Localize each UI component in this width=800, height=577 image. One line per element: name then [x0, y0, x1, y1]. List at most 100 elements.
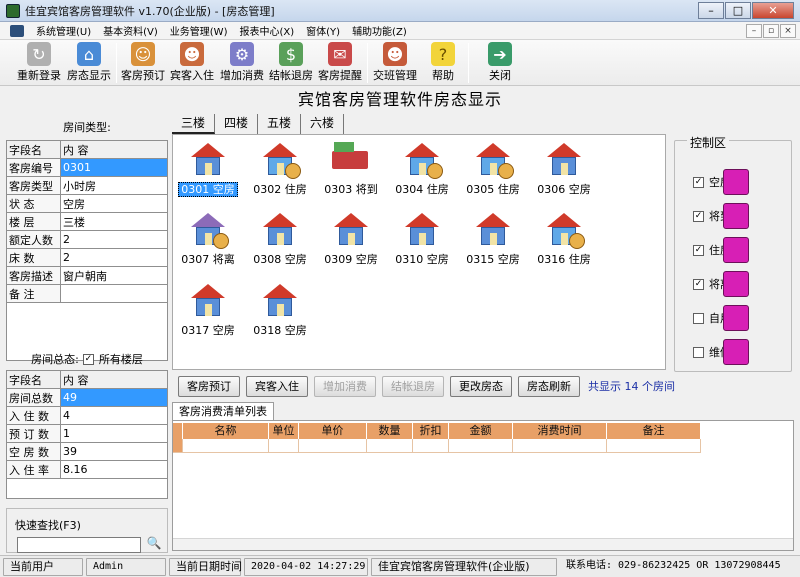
- filter-checkbox[interactable]: ✓: [693, 176, 704, 188]
- filter-checkbox[interactable]: [693, 346, 704, 358]
- table-row[interactable]: 预 订 数1: [6, 424, 168, 443]
- change-status-button[interactable]: 更改房态: [450, 375, 512, 397]
- field-value[interactable]: 8.16: [60, 460, 168, 479]
- horizontal-scrollbar[interactable]: [173, 538, 793, 550]
- toolbar-room-status-button[interactable]: ⌂ 房态显示: [64, 42, 114, 84]
- field-value[interactable]: 2: [60, 230, 168, 249]
- vacant-room-icon: [189, 143, 227, 177]
- field-name: 预 订 数: [6, 424, 61, 443]
- room-tile[interactable]: 0307 将离: [173, 209, 243, 273]
- filter-checkbox[interactable]: [693, 312, 704, 324]
- table-row[interactable]: 备 注: [6, 284, 168, 303]
- field-value[interactable]: 三楼: [60, 212, 168, 231]
- toolbar-checkin-button[interactable]: ☻ 宾客入住: [167, 42, 217, 84]
- room-tile[interactable]: 0310 空房: [387, 209, 457, 273]
- close-window-button[interactable]: ✕: [752, 2, 794, 19]
- menu-tools[interactable]: 辅助功能(Z): [346, 23, 413, 38]
- vacant-room-icon: [403, 213, 441, 247]
- table-row[interactable]: 客房编号 0301: [6, 158, 168, 177]
- field-name: 空 房 数: [6, 442, 61, 461]
- book-room-button[interactable]: 客房预订: [178, 375, 240, 397]
- menu-bar: 系统管理(U) 基本资料(V) 业务管理(W) 报表中心(X) 窗体(Y) 辅助…: [0, 22, 800, 40]
- room-tile[interactable]: 0305 住房: [458, 139, 528, 203]
- table-row[interactable]: 状 态空房: [6, 194, 168, 213]
- room-type-panel: 房间类型: 字段名内 容 客房编号 0301 客房类型 小时房 状 态空房 楼 层三…: [6, 116, 168, 361]
- menu-reports[interactable]: 报表中心(X): [233, 23, 300, 38]
- toolbar-shift-button[interactable]: ☻ 交班管理: [370, 42, 420, 84]
- tab-floor-3[interactable]: 三楼: [172, 114, 216, 134]
- table-row[interactable]: 空 房 数 39: [6, 442, 168, 461]
- filter-checkbox[interactable]: ✓: [693, 210, 704, 222]
- checkout-button[interactable]: 结帐退房: [382, 375, 444, 397]
- menu-window[interactable]: 窗体(Y): [300, 23, 346, 38]
- room-type-table: 字段名内 容 客房编号 0301 客房类型 小时房 状 态空房 楼 层三楼 额定人数…: [6, 140, 168, 303]
- field-value[interactable]: [60, 284, 168, 303]
- filter-checkbox[interactable]: ✓: [693, 278, 704, 290]
- room-tile[interactable]: 0306 空房: [529, 139, 599, 203]
- tab-floor-4[interactable]: 四楼: [215, 114, 259, 134]
- filter-checkbox[interactable]: ✓: [693, 244, 704, 256]
- table-row[interactable]: [173, 439, 701, 453]
- guest-checkin-button[interactable]: 宾客入住: [246, 375, 308, 397]
- add-consumption-button[interactable]: 增加消费: [314, 375, 376, 397]
- room-tile[interactable]: 0302 住房: [245, 139, 315, 203]
- field-value[interactable]: 窗户朝南: [60, 266, 168, 285]
- mdi-close-button[interactable]: ×: [780, 24, 796, 38]
- room-tile[interactable]: 0301 空房: [173, 139, 243, 203]
- field-value[interactable]: 4: [60, 406, 168, 425]
- room-tile[interactable]: 0304 住房: [387, 139, 457, 203]
- toolbar-help-button[interactable]: ? 帮助: [423, 42, 463, 84]
- toolbar-checkout-button[interactable]: $ 结帐退房: [266, 42, 316, 84]
- field-value[interactable]: 2: [60, 248, 168, 267]
- field-value[interactable]: 0301: [60, 158, 168, 177]
- room-tile[interactable]: 0317 空房: [173, 280, 243, 344]
- field-name: 备 注: [6, 284, 61, 303]
- field-value[interactable]: 1: [60, 424, 168, 443]
- table-row[interactable]: 入 住 率 8.16: [6, 460, 168, 479]
- field-value[interactable]: 49: [60, 388, 168, 407]
- mdi-minimize-button[interactable]: –: [746, 24, 762, 38]
- field-value[interactable]: 小时房: [60, 176, 168, 195]
- field-name: 入 住 率: [6, 460, 61, 479]
- table-row[interactable]: 楼 层三楼: [6, 212, 168, 231]
- menu-system[interactable]: 系统管理(U): [30, 23, 97, 38]
- menu-business[interactable]: 业务管理(W): [164, 23, 234, 38]
- toolbar-label: 结帐退房: [269, 69, 313, 82]
- control-panel-title: 控制区: [687, 134, 730, 151]
- room-tile[interactable]: 0316 住房: [529, 209, 599, 273]
- toolbar-exit-button[interactable]: ➔ 关闭: [480, 42, 520, 84]
- occupied-room-icon: [261, 143, 301, 179]
- vacant-room-icon: [332, 213, 370, 247]
- table-row[interactable]: 床 数2: [6, 248, 168, 267]
- field-value[interactable]: 39: [60, 442, 168, 461]
- table-row[interactable]: 客房描述 窗户朝南: [6, 266, 168, 285]
- menu-basic-data[interactable]: 基本资料(V): [97, 23, 164, 38]
- table-row[interactable]: 客房类型 小时房: [6, 176, 168, 195]
- table-row[interactable]: 入 住 数4: [6, 406, 168, 425]
- room-tile[interactable]: 0318 空房: [245, 280, 315, 344]
- room-tile[interactable]: 0315 空房: [458, 209, 528, 273]
- tab-floor-5[interactable]: 五楼: [258, 114, 302, 134]
- minimize-button[interactable]: –: [698, 2, 724, 19]
- mdi-restore-button[interactable]: ▫: [763, 24, 779, 38]
- toolbar-add-consume-button[interactable]: ⚙ 增加消费: [217, 42, 267, 84]
- quick-search-input[interactable]: [17, 537, 141, 553]
- tab-consumption-list[interactable]: 客房消费清单列表: [172, 402, 274, 420]
- tab-floor-6[interactable]: 六楼: [301, 114, 345, 134]
- summary-table: 字段名内 容 房间总数 49 入 住 数4 预 订 数1 空 房 数 39 入 住 …: [6, 370, 168, 479]
- field-value[interactable]: 空房: [60, 194, 168, 213]
- toolbar-booking-button[interactable]: ☺ 客房预订: [118, 42, 168, 84]
- binoculars-search-icon[interactable]: 🔍: [145, 536, 163, 553]
- table-row[interactable]: 房间总数 49: [6, 388, 168, 407]
- room-tile[interactable]: 0303 将到: [316, 139, 386, 203]
- maximize-button[interactable]: □: [725, 2, 751, 19]
- toolbar-relogin-button[interactable]: ↻ 重新登录: [14, 42, 64, 84]
- room-tile[interactable]: 0309 空房: [316, 209, 386, 273]
- page-title: 宾馆客房管理软件房态显示: [297, 90, 502, 109]
- toolbar-reminder-button[interactable]: ✉ 客房提醒: [315, 42, 365, 84]
- room-type-title: 房间类型:: [63, 121, 111, 134]
- all-floors-checkbox[interactable]: ✓: [82, 353, 94, 365]
- refresh-status-button[interactable]: 房态刷新: [518, 375, 580, 397]
- room-tile[interactable]: 0308 空房: [245, 209, 315, 273]
- table-row[interactable]: 额定人数 2: [6, 230, 168, 249]
